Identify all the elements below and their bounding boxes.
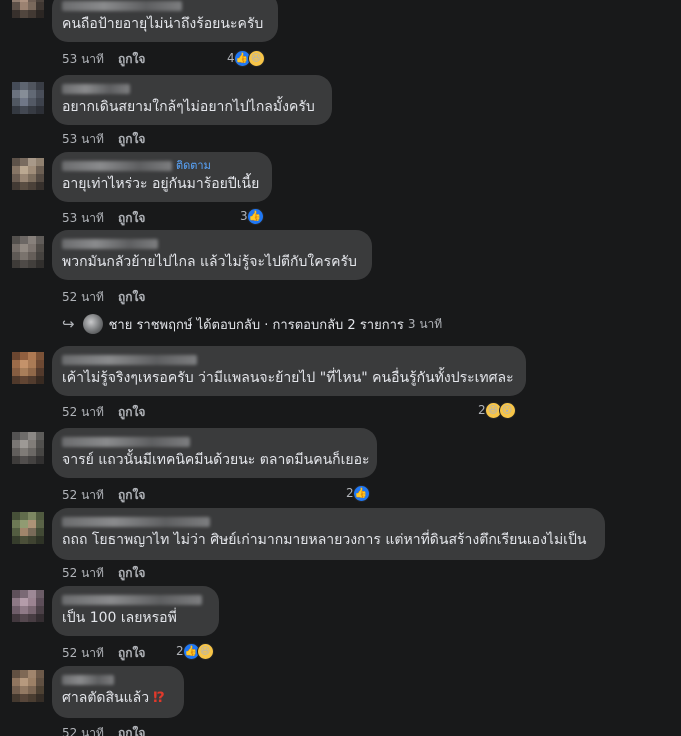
commenter-name-blurred[interactable] bbox=[62, 595, 202, 605]
comment-time[interactable]: 52 นาที bbox=[62, 405, 104, 419]
comment-bubble: ติดตาม อายุเท่าไหร่วะ อยู่กันมาร้อยปีเนี… bbox=[52, 152, 272, 202]
view-replies-link[interactable]: ↪ ชาย ราชพฤกษ์ ได้ตอบกลับ · การตอบกลับ 2… bbox=[62, 313, 442, 335]
comment-time[interactable]: 52 นาที bbox=[62, 488, 104, 502]
follow-link[interactable]: ติดตาม bbox=[176, 159, 211, 172]
comment-text: ถถถ โยธาพญาไท ไม่ว่า ศิษย์เก่ามากมายหลาย… bbox=[62, 532, 587, 548]
avatar[interactable] bbox=[12, 590, 44, 622]
avatar[interactable] bbox=[12, 352, 44, 384]
comment-text: ศาลตัดสินแล้ว ⁉ bbox=[62, 690, 165, 706]
reaction-summary[interactable]: 4 👍 😆 bbox=[227, 49, 265, 67]
comment-time[interactable]: 52 นาที bbox=[62, 566, 104, 580]
avatar[interactable] bbox=[12, 432, 44, 464]
like-button[interactable]: ถูกใจ bbox=[118, 405, 145, 419]
like-button[interactable]: ถูกใจ bbox=[118, 488, 145, 502]
avatar[interactable] bbox=[12, 236, 44, 268]
commenter-name-blurred[interactable] bbox=[62, 239, 158, 249]
avatar[interactable] bbox=[12, 670, 44, 702]
replies-text: ชาย ราชพฤกษ์ ได้ตอบกลับ · การตอบกลับ 2 ร… bbox=[108, 317, 404, 333]
comment-time[interactable]: 52 นาที bbox=[62, 646, 104, 660]
comment-text: อยากเดินสยามใกล้ๆไม่อยากไปไกลมั้งครับ bbox=[62, 99, 315, 115]
comment-text: คนถือป้ายอายุไม่น่าถึงร้อยนะครับ bbox=[62, 16, 264, 32]
reply-arrow-icon: ↪ bbox=[62, 315, 75, 333]
comment-bubble: พวกมันกลัวย้ายไปไกล แล้วไม่รู้จะไปตีกับใ… bbox=[52, 230, 372, 280]
comment-bubble: อยากเดินสยามใกล้ๆไม่อยากไปไกลมั้งครับ bbox=[52, 75, 332, 125]
exclamation-question-icon: ⁉ bbox=[153, 690, 165, 706]
comment-meta: 52 นาที ถูกใจ bbox=[62, 724, 145, 736]
reaction-summary[interactable]: 2 👍 😆 bbox=[176, 642, 214, 660]
comment-bubble: คนถือป้ายอายุไม่น่าถึงร้อยนะครับ bbox=[52, 0, 278, 42]
commenter-name-blurred[interactable] bbox=[62, 437, 190, 447]
like-button[interactable]: ถูกใจ bbox=[118, 566, 145, 580]
comment-meta: 52 นาที ถูกใจ bbox=[62, 403, 145, 422]
comment-text: เค้าไม่รู้จริงๆเหรอครับ ว่ามีแพลนจะย้ายไ… bbox=[62, 370, 514, 386]
like-button[interactable]: ถูกใจ bbox=[118, 211, 145, 225]
comment-time[interactable]: 52 นาที bbox=[62, 726, 104, 736]
comment-time[interactable]: 52 นาที bbox=[62, 290, 104, 304]
comment-time[interactable]: 53 นาที bbox=[62, 211, 104, 225]
haha-reaction-icon: 😆 bbox=[247, 49, 265, 67]
comment-bubble: เป็น 100 เลยหรอพี่ bbox=[52, 586, 219, 636]
like-reaction-icon: 👍 bbox=[246, 207, 264, 225]
comment-time[interactable]: 53 นาที bbox=[62, 52, 104, 66]
replies-time: 3 นาที bbox=[407, 316, 443, 331]
avatar[interactable] bbox=[12, 0, 44, 18]
comment-meta: 52 นาที ถูกใจ bbox=[62, 644, 145, 663]
like-button[interactable]: ถูกใจ bbox=[118, 726, 145, 736]
comment-bubble: ถถถ โยธาพญาไท ไม่ว่า ศิษย์เก่ามากมายหลาย… bbox=[52, 508, 605, 560]
comment-meta: 53 นาที ถูกใจ bbox=[62, 50, 145, 69]
comment-meta: 52 นาที ถูกใจ bbox=[62, 288, 145, 307]
comment-bubble: จารย์ แถวนั้นมีเทคนิคมีนด้วยนะ ตลาดมีนคน… bbox=[52, 428, 377, 478]
haha-reaction-icon: 😆 bbox=[196, 642, 214, 660]
comment-text: จารย์ แถวนั้นมีเทคนิคมีนด้วยนะ ตลาดมีนคน… bbox=[62, 452, 370, 468]
comment-meta: 52 นาที ถูกใจ bbox=[62, 564, 145, 583]
comment-text: เป็น 100 เลยหรอพี่ bbox=[62, 610, 177, 626]
comment-meta: 53 นาที ถูกใจ bbox=[62, 130, 145, 149]
avatar[interactable] bbox=[12, 82, 44, 114]
like-button[interactable]: ถูกใจ bbox=[118, 646, 145, 660]
comment-bubble: เค้าไม่รู้จริงๆเหรอครับ ว่ามีแพลนจะย้ายไ… bbox=[52, 346, 526, 396]
commenter-name-blurred[interactable] bbox=[62, 675, 114, 685]
commenter-name-blurred[interactable] bbox=[62, 517, 210, 527]
comment-text: พวกมันกลัวย้ายไปไกล แล้วไม่รู้จะไปตีกับใ… bbox=[62, 254, 357, 270]
avatar[interactable] bbox=[12, 512, 44, 544]
comment-meta: 52 นาที ถูกใจ bbox=[62, 486, 145, 505]
reaction-summary[interactable]: 3 👍 bbox=[240, 207, 264, 225]
like-button[interactable]: ถูกใจ bbox=[118, 132, 145, 146]
commenter-name-blurred[interactable] bbox=[62, 355, 197, 365]
reply-avatar bbox=[82, 314, 103, 334]
comment-bubble: ศาลตัดสินแล้ว ⁉ bbox=[52, 666, 184, 718]
comment-text: อายุเท่าไหร่วะ อยู่กันมาร้อยปีเนี้ย bbox=[62, 176, 260, 192]
comment-time[interactable]: 53 นาที bbox=[62, 132, 104, 146]
reaction-summary[interactable]: 2 😆 😮 bbox=[478, 401, 516, 419]
like-button[interactable]: ถูกใจ bbox=[118, 290, 145, 304]
wow-reaction-icon: 😮 bbox=[498, 401, 516, 419]
comment-feed: คนถือป้ายอายุไม่น่าถึงร้อยนะครับ 53 นาที… bbox=[0, 0, 681, 736]
commenter-name-blurred[interactable] bbox=[62, 84, 130, 94]
commenter-name-blurred[interactable] bbox=[62, 1, 182, 11]
commenter-name-blurred[interactable] bbox=[62, 161, 172, 171]
comment-meta: 53 นาที ถูกใจ bbox=[62, 209, 145, 228]
avatar[interactable] bbox=[12, 158, 44, 190]
reaction-summary[interactable]: 2 👍 bbox=[346, 484, 370, 502]
like-reaction-icon: 👍 bbox=[352, 484, 370, 502]
like-button[interactable]: ถูกใจ bbox=[118, 52, 145, 66]
